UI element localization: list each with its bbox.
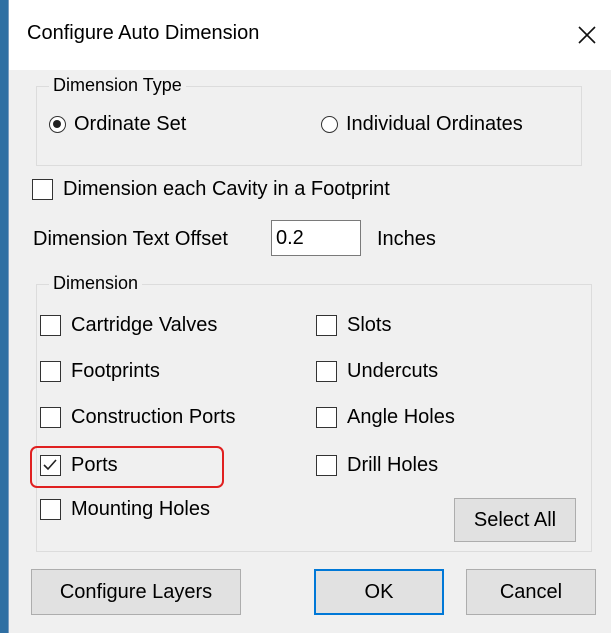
checkbox-undercuts[interactable]: Undercuts: [316, 360, 438, 383]
window-title: Configure Auto Dimension: [27, 22, 260, 44]
text-offset-unit: Inches: [377, 228, 436, 250]
checkbox-drill-holes-label: Drill Holes: [347, 454, 439, 476]
radio-individual-ordinates-label: Individual Ordinates: [346, 113, 523, 135]
checkbox-undercuts-label: Undercuts: [347, 360, 439, 382]
close-icon: [578, 26, 596, 44]
checkbox-mounting-holes-label: Mounting Holes: [71, 498, 210, 520]
radio-individual-ordinates-dot[interactable]: [321, 116, 338, 133]
dimension-group-label: Dimension: [49, 273, 143, 294]
radio-individual-ordinates[interactable]: Individual Ordinates: [321, 113, 523, 136]
checkbox-cartridge-valves[interactable]: Cartridge Valves: [40, 314, 217, 337]
checkbox-angle-holes[interactable]: Angle Holes: [316, 406, 455, 429]
checkbox-mounting-holes[interactable]: Mounting Holes: [40, 498, 210, 521]
text-offset-input[interactable]: [271, 220, 361, 256]
checkbox-angle-holes-label: Angle Holes: [347, 406, 455, 428]
checkbox-cartridge-valves-box[interactable]: [40, 315, 61, 336]
ports-highlight-annotation: [30, 446, 224, 488]
checkbox-cartridge-valves-label: Cartridge Valves: [71, 314, 218, 336]
ok-button[interactable]: OK: [314, 569, 444, 615]
checkbox-footprints[interactable]: Footprints: [40, 360, 160, 383]
dimension-type-group-label: Dimension Type: [49, 75, 186, 96]
radio-ordinate-set[interactable]: Ordinate Set: [49, 113, 186, 136]
select-all-button[interactable]: Select All: [454, 498, 576, 542]
checkbox-dimension-each-cavity-box[interactable]: [32, 179, 53, 200]
checkbox-undercuts-box[interactable]: [316, 361, 337, 382]
checkbox-mounting-holes-box[interactable]: [40, 499, 61, 520]
checkbox-angle-holes-box[interactable]: [316, 407, 337, 428]
close-button[interactable]: [563, 12, 611, 58]
checkbox-drill-holes[interactable]: Drill Holes: [316, 454, 438, 477]
checkbox-slots[interactable]: Slots: [316, 314, 391, 337]
title-bar: Configure Auto Dimension: [9, 0, 611, 70]
checkbox-drill-holes-box[interactable]: [316, 455, 337, 476]
text-offset-label: Dimension Text Offset: [33, 228, 228, 250]
configure-layers-button[interactable]: Configure Layers: [31, 569, 241, 615]
checkbox-dimension-each-cavity[interactable]: Dimension each Cavity in a Footprint: [32, 178, 390, 201]
checkbox-footprints-box[interactable]: [40, 361, 61, 382]
checkbox-construction-ports-box[interactable]: [40, 407, 61, 428]
checkbox-construction-ports[interactable]: Construction Ports: [40, 406, 236, 429]
checkbox-construction-ports-label: Construction Ports: [71, 406, 236, 428]
configure-auto-dimension-dialog: Configure Auto Dimension Dimension Type …: [8, 0, 611, 633]
checkbox-slots-box[interactable]: [316, 315, 337, 336]
cancel-button[interactable]: Cancel: [466, 569, 596, 615]
checkbox-slots-label: Slots: [347, 314, 392, 336]
checkbox-footprints-label: Footprints: [71, 360, 160, 382]
checkbox-dimension-each-cavity-label: Dimension each Cavity in a Footprint: [63, 178, 390, 200]
radio-ordinate-set-label: Ordinate Set: [74, 113, 187, 135]
radio-ordinate-set-dot[interactable]: [49, 116, 66, 133]
